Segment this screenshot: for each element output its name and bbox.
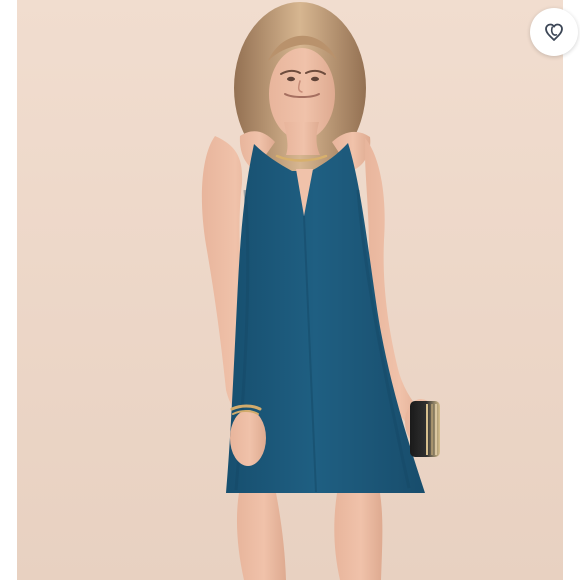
- listing-photo-viewer: [0, 0, 580, 580]
- product-photo[interactable]: [0, 0, 580, 580]
- photo-frame-left: [0, 0, 17, 580]
- like-button[interactable]: [530, 8, 578, 56]
- heart-icon: [545, 23, 563, 41]
- photo-frame-right: [563, 0, 580, 580]
- dress-photo-icon: [0, 0, 580, 580]
